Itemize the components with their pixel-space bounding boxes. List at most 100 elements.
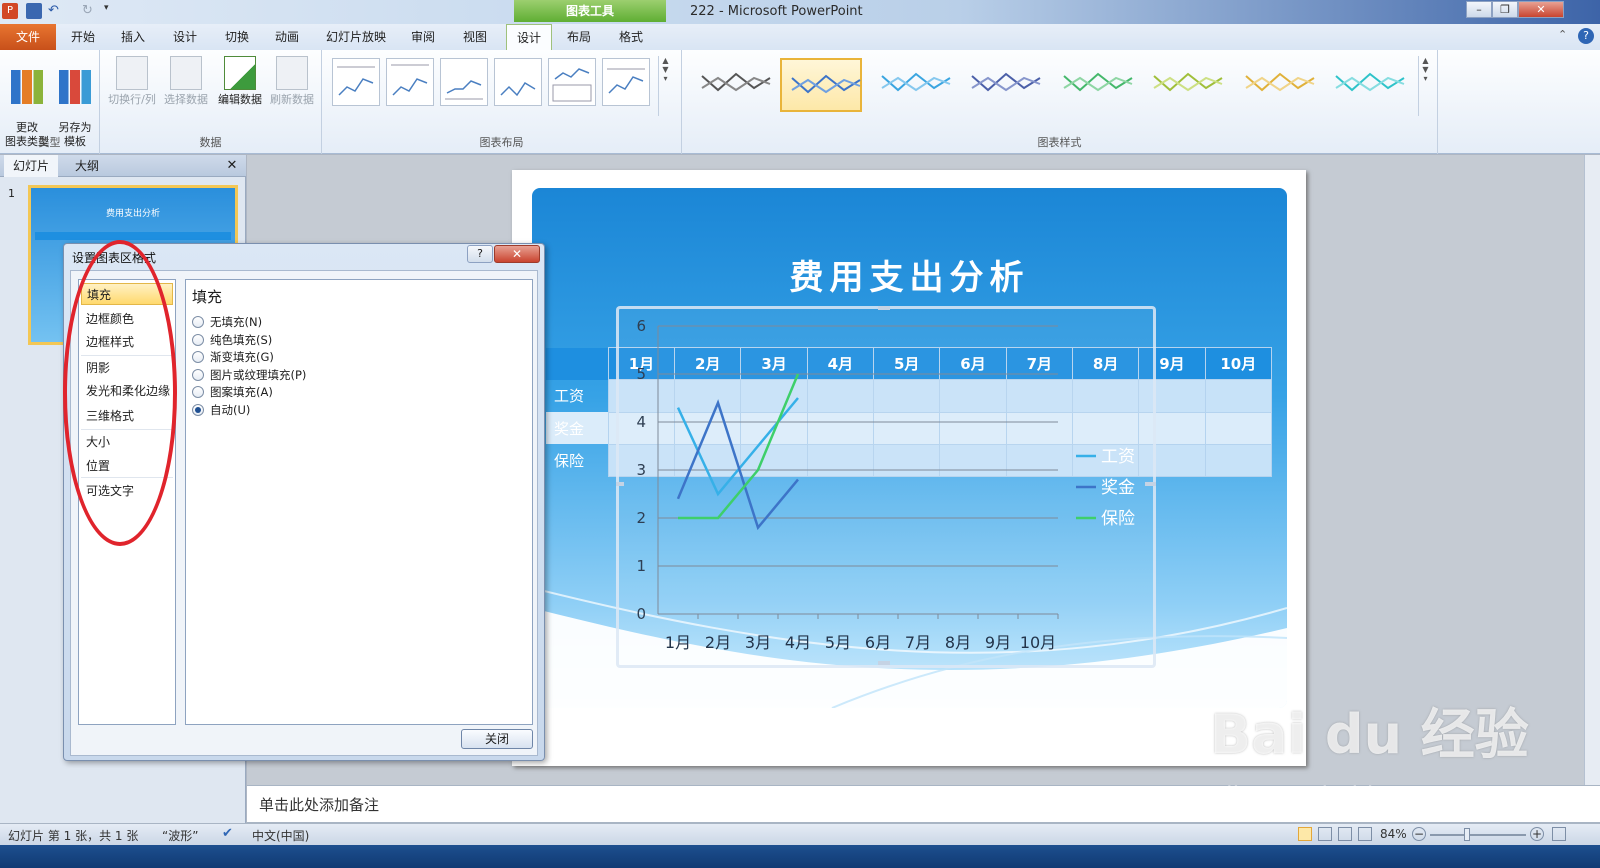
select-data-button[interactable]: 选择数据 bbox=[160, 56, 212, 107]
close-pane-icon[interactable]: ✕ bbox=[222, 155, 242, 177]
chart-style-1[interactable] bbox=[692, 58, 774, 112]
zoom-slider-thumb[interactable] bbox=[1464, 828, 1470, 841]
radio-solid-fill[interactable] bbox=[192, 334, 204, 346]
label-solid-fill[interactable]: 纯色填充(S) bbox=[210, 332, 272, 348]
pane-tabs: 幻灯片 大纲 ✕ bbox=[0, 155, 246, 177]
chart-style-8[interactable] bbox=[1326, 58, 1408, 112]
label-automatic[interactable]: 自动(U) bbox=[210, 402, 250, 418]
theme-status[interactable]: “波形” bbox=[162, 827, 198, 844]
radio-gradient-fill[interactable] bbox=[192, 351, 204, 363]
dialog-help-button[interactable]: ? bbox=[467, 245, 493, 263]
close-window-button[interactable]: ✕ bbox=[1518, 1, 1564, 18]
label-pattern-fill[interactable]: 图案填充(A) bbox=[210, 384, 273, 400]
redo-icon[interactable]: ↻ bbox=[82, 3, 98, 19]
line-chart[interactable]: 0 1 2 3 4 5 6 1月 2月 3月 4月 5月 6月 7月 8月 9月 10月 工资奖金保险 bbox=[616, 306, 1156, 668]
label-picture-texture-fill[interactable]: 图片或纹理填充(P) bbox=[210, 367, 306, 383]
resize-handle bbox=[1145, 482, 1156, 486]
radio-no-fill[interactable] bbox=[192, 316, 204, 328]
table-cell bbox=[1204, 379, 1273, 413]
label-gradient-fill[interactable]: 渐变填充(G) bbox=[210, 349, 274, 365]
zoom-out-icon[interactable]: − bbox=[1412, 827, 1426, 841]
dialog-close-x-button[interactable]: ✕ bbox=[494, 245, 540, 263]
chart-layout-3[interactable] bbox=[440, 58, 488, 106]
bar-chart-icon bbox=[11, 70, 43, 104]
x-tick-label: 1月 bbox=[665, 633, 691, 652]
layouts-scroll[interactable]: ▲ ▼ ▾ bbox=[658, 56, 672, 116]
chart-layout-2[interactable] bbox=[386, 58, 434, 106]
x-tick-label: 6月 bbox=[865, 633, 891, 652]
tab-home[interactable]: 开始 bbox=[60, 24, 106, 50]
select-data-label: 选择数据 bbox=[164, 93, 208, 106]
tab-review[interactable]: 审阅 bbox=[400, 24, 446, 50]
y-tick-label: 0 bbox=[636, 605, 646, 623]
chart-tools-band: 图表工具 bbox=[514, 0, 666, 22]
tab-view[interactable]: 视图 bbox=[452, 24, 498, 50]
label-no-fill[interactable]: 无填充(N) bbox=[210, 314, 262, 330]
radio-picture-texture-fill[interactable] bbox=[192, 369, 204, 381]
tab-slideshow[interactable]: 幻灯片放映 bbox=[318, 24, 394, 50]
x-tick-label: 10月 bbox=[1020, 633, 1056, 652]
customize-quick-access-icon[interactable]: ▾ bbox=[104, 3, 120, 19]
chart-layout-6[interactable] bbox=[602, 58, 650, 106]
refresh-data-label: 刷新数据 bbox=[270, 93, 314, 106]
tab-chart-format[interactable]: 格式 bbox=[608, 24, 654, 50]
x-tick-label: 8月 bbox=[945, 633, 971, 652]
collapse-ribbon-icon[interactable]: ⌃ bbox=[1558, 28, 1567, 41]
radio-automatic-selected[interactable] bbox=[192, 404, 204, 416]
x-tick-label: 5月 bbox=[825, 633, 851, 652]
chart-style-7[interactable] bbox=[1236, 58, 1318, 112]
radio-pattern-fill[interactable] bbox=[192, 386, 204, 398]
chart-style-3[interactable] bbox=[872, 58, 954, 112]
slide-count-status: 幻灯片 第 1 张，共 1 张 bbox=[8, 829, 139, 843]
zoom-slider-track[interactable] bbox=[1430, 834, 1526, 836]
refresh-data-icon bbox=[276, 56, 308, 90]
baidu-watermark-url: jingyan.baidu.com bbox=[1226, 782, 1448, 810]
tab-file[interactable]: 文件 bbox=[0, 24, 56, 50]
styles-scroll[interactable]: ▲ ▼ ▾ bbox=[1418, 56, 1432, 116]
slide-sorter-icon[interactable] bbox=[1318, 827, 1332, 841]
reading-view-icon[interactable] bbox=[1338, 827, 1352, 841]
template-chart-icon bbox=[59, 70, 91, 104]
tab-outline[interactable]: 大纲 bbox=[60, 155, 114, 177]
slideshow-view-icon[interactable] bbox=[1358, 827, 1372, 841]
chart-layout-5[interactable] bbox=[548, 58, 596, 106]
fit-to-window-icon[interactable] bbox=[1552, 827, 1566, 841]
tab-insert[interactable]: 插入 bbox=[110, 24, 156, 50]
normal-view-icon[interactable] bbox=[1298, 827, 1312, 841]
tab-animations[interactable]: 动画 bbox=[264, 24, 310, 50]
zoom-level[interactable]: 84% bbox=[1380, 827, 1407, 841]
slide-title[interactable]: 费用支出分析 bbox=[532, 250, 1287, 299]
zoom-in-icon[interactable]: + bbox=[1530, 827, 1544, 841]
ribbon-tabs: 文件 开始 插入 设计 切换 动画 幻灯片放映 审阅 视图 设计 布局 格式 bbox=[0, 24, 1600, 51]
tab-transitions[interactable]: 切换 bbox=[214, 24, 260, 50]
save-icon[interactable] bbox=[26, 3, 42, 19]
refresh-data-button[interactable]: 刷新数据 bbox=[266, 56, 318, 107]
vertical-scrollbar[interactable] bbox=[1584, 155, 1600, 785]
thumb-title: 费用支出分析 bbox=[105, 209, 160, 219]
chart-style-2-selected[interactable] bbox=[780, 58, 862, 112]
tab-chart-layout[interactable]: 布局 bbox=[556, 24, 602, 50]
group-data: 切换行/列 选择数据 编辑数据 刷新数据 数据 bbox=[100, 50, 322, 154]
chart-layout-1[interactable] bbox=[332, 58, 380, 106]
language-status[interactable]: 中文(中国) bbox=[252, 827, 309, 844]
tab-chart-design[interactable]: 设计 bbox=[506, 24, 552, 51]
tab-slides[interactable]: 幻灯片 bbox=[4, 155, 58, 177]
edit-data-button[interactable]: 编辑数据 bbox=[214, 56, 266, 107]
y-tick-label: 5 bbox=[636, 365, 646, 383]
row-header-salary: 工资 bbox=[554, 387, 585, 406]
thumb-table-header bbox=[35, 232, 231, 240]
ribbon: 更改 图表类型 另存为 模板 类型 切换行/列 选择数据 编辑数据 刷新数据 数… bbox=[0, 50, 1600, 154]
help-icon[interactable]: ? bbox=[1578, 28, 1594, 44]
chart-style-5[interactable] bbox=[1054, 58, 1136, 112]
minimize-button[interactable]: – bbox=[1466, 1, 1492, 18]
fill-section-title: 填充 bbox=[192, 288, 223, 306]
chart-style-6[interactable] bbox=[1144, 58, 1226, 112]
spell-check-icon[interactable]: ✔ bbox=[222, 826, 233, 841]
undo-icon[interactable]: ↶ bbox=[48, 3, 64, 19]
chart-style-4[interactable] bbox=[962, 58, 1044, 112]
dialog-close-button[interactable]: 关闭 bbox=[461, 729, 533, 749]
restore-button[interactable]: ❐ bbox=[1492, 1, 1518, 18]
chart-layout-4[interactable] bbox=[494, 58, 542, 106]
tab-design[interactable]: 设计 bbox=[162, 24, 208, 50]
switch-row-column-button[interactable]: 切换行/列 bbox=[106, 56, 158, 107]
